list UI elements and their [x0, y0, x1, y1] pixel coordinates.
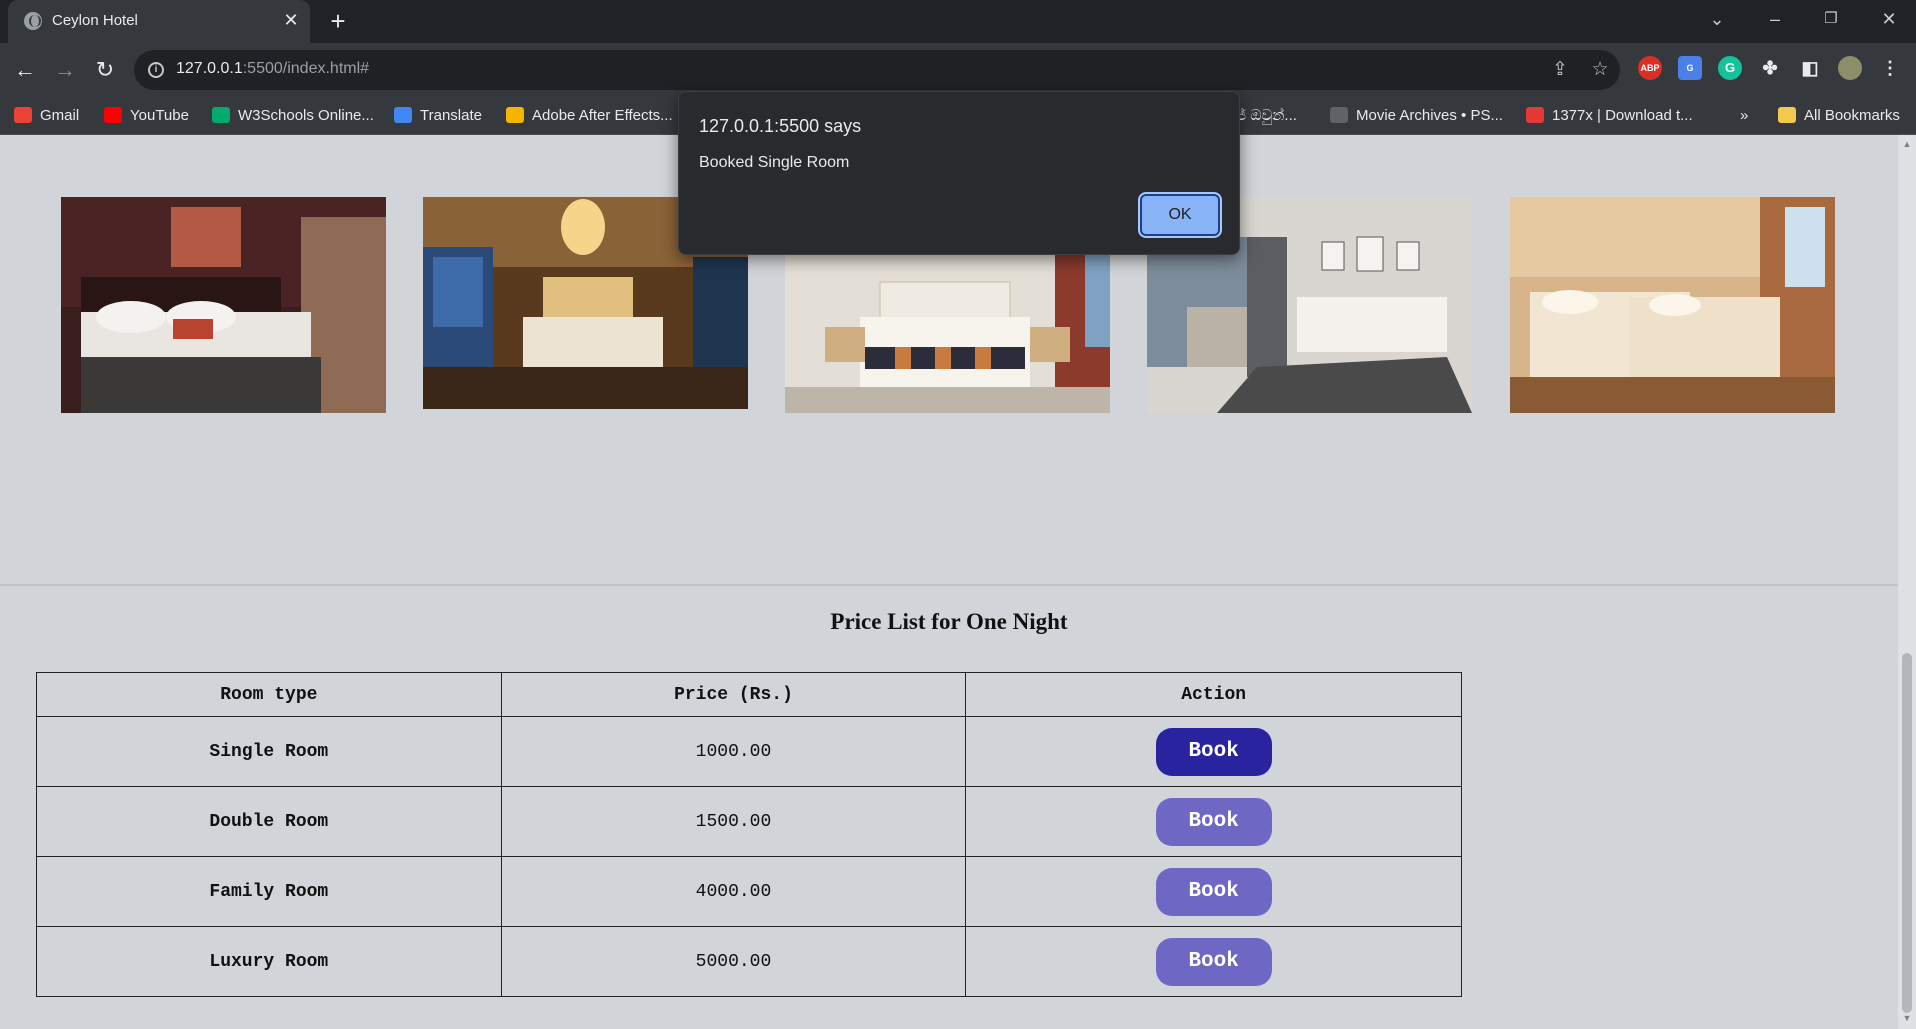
grammarly-icon[interactable]: G — [1718, 56, 1742, 80]
ok-button[interactable]: OK — [1140, 194, 1220, 236]
bookmark-youtube[interactable]: YouTube — [104, 105, 189, 127]
more-menu-icon[interactable]: ⋮ — [1878, 56, 1902, 80]
forward-icon[interactable]: → — [50, 55, 80, 85]
youtube-icon — [104, 107, 122, 123]
bookmark-translate[interactable]: Translate — [394, 105, 482, 127]
action-cell: Book — [965, 856, 1462, 927]
room-type-cell: Family Room — [36, 856, 502, 927]
room-type-cell: Single Room — [36, 716, 502, 787]
room-type-cell: Double Room — [36, 786, 502, 857]
scroll-up-icon[interactable]: ▲ — [1901, 139, 1913, 149]
room-type-cell: Luxury Room — [36, 926, 502, 997]
w3schools-icon — [212, 107, 230, 123]
bookmark-adobe[interactable]: Adobe After Effects... — [506, 105, 673, 127]
adobe-icon — [506, 107, 524, 123]
page-content: Price List for One Night Room type Price… — [0, 135, 1898, 1029]
scrollbar-thumb[interactable] — [1902, 653, 1912, 1013]
folder-icon — [1778, 107, 1796, 123]
bookmarks-overflow-icon[interactable]: » — [1740, 105, 1748, 127]
alert-title: 127.0.0.1:5500 says — [699, 116, 862, 136]
book-single-room-button[interactable]: Book — [1155, 727, 1272, 776]
book-family-room-button[interactable]: Book — [1155, 867, 1272, 916]
action-cell: Book — [965, 716, 1462, 787]
scroll-down-icon[interactable]: ▼ — [1901, 1013, 1913, 1023]
price-cell: 1000.00 — [500, 716, 967, 787]
table-row: Double Room 1500.00 Book — [36, 786, 1462, 857]
price-cell: 5000.00 — [500, 926, 967, 997]
book-luxury-room-button[interactable]: Book — [1155, 937, 1272, 986]
globe-icon — [24, 12, 42, 30]
table-row: Family Room 4000.00 Book — [36, 856, 1462, 927]
tab-title: Ceylon Hotel — [52, 12, 138, 29]
tab-strip: Ceylon Hotel ✕ + ⌄ – ❐ ✕ — [0, 0, 1916, 43]
bookmark-gmail[interactable]: Gmail — [14, 105, 79, 127]
bookmark-sinhala[interactable]: ජ් ඔවුන්... — [1236, 105, 1297, 127]
tab-search-icon[interactable]: ⌄ — [1702, 6, 1732, 32]
book-double-room-button[interactable]: Book — [1155, 797, 1272, 846]
avatar[interactable] — [1838, 56, 1862, 80]
alert-message: Booked Single Room — [699, 154, 850, 171]
column-header-room-type: Room type — [36, 672, 502, 717]
table-row: Single Room 1000.00 Book — [36, 716, 1462, 787]
back-icon[interactable]: ← — [10, 55, 40, 85]
price-cell: 1500.00 — [500, 786, 967, 857]
browser-tab[interactable]: Ceylon Hotel ✕ — [8, 0, 310, 43]
action-cell: Book — [965, 786, 1462, 857]
column-header-price: Price (Rs.) — [500, 672, 967, 717]
star-icon[interactable]: ☆ — [1588, 58, 1612, 82]
url-text: 127.0.0.1:5500/index.html# — [176, 60, 370, 77]
room-photo-1 — [61, 197, 386, 413]
x-icon — [1526, 107, 1544, 123]
reload-icon[interactable]: ↻ — [90, 55, 120, 85]
bookmark-w3schools[interactable]: W3Schools Online... — [212, 105, 374, 127]
page-scrollbar[interactable]: ▲ ▼ — [1898, 135, 1916, 1029]
table-header-row: Room type Price (Rs.) Action — [36, 672, 1462, 717]
close-window-icon[interactable]: ✕ — [1874, 6, 1904, 32]
site-info-icon[interactable]: i — [148, 62, 164, 78]
adblock-plus-icon[interactable]: ABP — [1638, 56, 1662, 80]
side-panel-icon[interactable]: ◧ — [1798, 56, 1822, 80]
bookmark-1377x[interactable]: 1377x | Download t... — [1526, 105, 1693, 127]
address-bar[interactable]: i 127.0.0.1:5500/index.html# ⇪ ☆ — [134, 50, 1620, 90]
action-cell: Book — [965, 926, 1462, 997]
restore-icon[interactable]: ❐ — [1816, 6, 1846, 32]
price-table: Room type Price (Rs.) Action Single Room… — [36, 672, 1462, 997]
bookmark-movie-archives[interactable]: Movie Archives • PS... — [1330, 105, 1503, 127]
extensions-icon[interactable]: ✤ — [1758, 56, 1782, 80]
alert-dialog: 127.0.0.1:5500 says Booked Single Room O… — [678, 91, 1240, 255]
google-translate-icon[interactable]: G — [1678, 56, 1702, 80]
close-tab-icon[interactable]: ✕ — [280, 9, 302, 31]
share-icon[interactable]: ⇪ — [1548, 58, 1572, 82]
gmail-icon — [14, 107, 32, 123]
price-cell: 4000.00 — [500, 856, 967, 927]
minimize-icon[interactable]: – — [1760, 6, 1790, 32]
section-divider — [0, 584, 1898, 586]
all-bookmarks[interactable]: All Bookmarks — [1778, 105, 1900, 127]
price-list-heading: Price List for One Night — [830, 609, 1068, 634]
room-photo-5 — [1510, 197, 1835, 413]
movie-icon — [1330, 107, 1348, 123]
new-tab-icon[interactable]: + — [324, 7, 352, 35]
column-header-action: Action — [965, 672, 1462, 717]
browser-toolbar: ← → ↻ i 127.0.0.1:5500/index.html# ⇪ ☆ A… — [0, 43, 1916, 97]
table-row: Luxury Room 5000.00 Book — [36, 926, 1462, 997]
translate-icon — [394, 107, 412, 123]
